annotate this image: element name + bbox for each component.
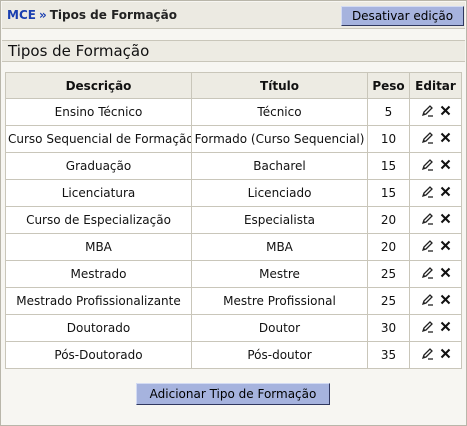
- cell-titulo: Doutor: [191, 314, 368, 342]
- cell-actions: [409, 98, 462, 126]
- page-heading-box: Tipos de Formação: [2, 40, 465, 62]
- cell-titulo: Bacharel: [191, 152, 368, 180]
- breadcrumb: MCE» Tipos de Formação: [7, 8, 177, 22]
- table-row: MBA MBA 20: [5, 233, 462, 261]
- cell-actions: [409, 233, 462, 261]
- edit-pencil-icon[interactable]: [421, 158, 434, 174]
- edit-pencil-icon[interactable]: [421, 131, 434, 147]
- cell-descricao: Mestrado Profissionalizante: [5, 287, 192, 315]
- cell-descricao: Graduação: [5, 152, 192, 180]
- edit-pencil-icon[interactable]: [421, 212, 434, 228]
- table-row: Pós-Doutorado Pós-doutor 35: [5, 341, 462, 369]
- cell-titulo: Mestre Profissional: [191, 287, 368, 315]
- cell-actions: [409, 206, 462, 234]
- cell-peso: 20: [367, 206, 410, 234]
- delete-x-icon[interactable]: [440, 321, 451, 335]
- breadcrumb-separator: »: [38, 8, 47, 22]
- column-header-editar: Editar: [409, 72, 462, 99]
- cell-peso: 25: [367, 287, 410, 315]
- page-title: Tipos de Formação: [8, 42, 150, 60]
- navigation-bar: MCE» Tipos de Formação Desativar edição: [2, 2, 465, 29]
- edit-pencil-icon[interactable]: [421, 239, 434, 255]
- add-formation-type-button[interactable]: Adicionar Tipo de Formação: [136, 383, 330, 405]
- cell-descricao: Doutorado: [5, 314, 192, 342]
- cell-descricao: MBA: [5, 233, 192, 261]
- page-frame: MCE» Tipos de Formação Desativar edição T…: [0, 0, 467, 426]
- cell-descricao: Pós-Doutorado: [5, 341, 192, 369]
- delete-x-icon[interactable]: [440, 294, 451, 308]
- edit-pencil-icon[interactable]: [421, 320, 434, 336]
- table-row: Mestrado Mestre 25: [5, 260, 462, 288]
- table-row: Curso de Especialização Especialista 20: [5, 206, 462, 234]
- cell-actions: [409, 179, 462, 207]
- delete-x-icon[interactable]: [440, 159, 451, 173]
- cell-descricao: Ensino Técnico: [5, 98, 192, 126]
- delete-x-icon[interactable]: [440, 132, 451, 146]
- delete-x-icon[interactable]: [440, 267, 451, 281]
- cell-titulo: Mestre: [191, 260, 368, 288]
- delete-x-icon[interactable]: [440, 186, 451, 200]
- edit-pencil-icon[interactable]: [421, 185, 434, 201]
- cell-actions: [409, 287, 462, 315]
- cell-actions: [409, 341, 462, 369]
- cell-titulo: MBA: [191, 233, 368, 261]
- column-header-descricao: Descrição: [5, 72, 192, 99]
- cell-titulo: Formado (Curso Sequencial): [191, 125, 368, 153]
- breadcrumb-current: Tipos de Formação: [49, 8, 178, 22]
- table-row: Doutorado Doutor 30: [5, 314, 462, 342]
- table-header-row: Descrição Título Peso Editar: [5, 72, 462, 99]
- edit-pencil-icon[interactable]: [421, 104, 434, 120]
- delete-x-icon[interactable]: [440, 213, 451, 227]
- cell-peso: 20: [367, 233, 410, 261]
- breadcrumb-root-link[interactable]: MCE: [7, 8, 36, 22]
- delete-x-icon[interactable]: [440, 348, 451, 362]
- column-header-peso: Peso: [367, 72, 410, 99]
- cell-peso: 35: [367, 341, 410, 369]
- table-row: Licenciatura Licenciado 15: [5, 179, 462, 207]
- table-row: Ensino Técnico Técnico 5: [5, 98, 462, 126]
- cell-actions: [409, 125, 462, 153]
- cell-peso: 5: [367, 98, 410, 126]
- cell-descricao: Curso Sequencial de Formação: [5, 125, 192, 153]
- cell-peso: 10: [367, 125, 410, 153]
- delete-x-icon[interactable]: [440, 105, 451, 119]
- edit-pencil-icon[interactable]: [421, 266, 434, 282]
- cell-actions: [409, 314, 462, 342]
- cell-actions: [409, 152, 462, 180]
- cell-descricao: Mestrado: [5, 260, 192, 288]
- cell-titulo: Licenciado: [191, 179, 368, 207]
- cell-titulo: Pós-doutor: [191, 341, 368, 369]
- table-row: Curso Sequencial de Formação Formado (Cur…: [5, 125, 462, 153]
- cell-descricao: Licenciatura: [5, 179, 192, 207]
- edit-pencil-icon[interactable]: [421, 347, 434, 363]
- add-button-container: Adicionar Tipo de Formação: [136, 383, 330, 405]
- cell-peso: 15: [367, 152, 410, 180]
- toggle-edit-mode-button[interactable]: Desativar edição: [341, 6, 464, 26]
- cell-peso: 25: [367, 260, 410, 288]
- edit-pencil-icon[interactable]: [421, 293, 434, 309]
- table-row: Graduação Bacharel 15: [5, 152, 462, 180]
- delete-x-icon[interactable]: [440, 240, 451, 254]
- cell-peso: 30: [367, 314, 410, 342]
- column-header-titulo: Título: [191, 72, 368, 99]
- formation-types-table: Descrição Título Peso Editar Ensino Técn…: [5, 72, 462, 369]
- cell-peso: 15: [367, 179, 410, 207]
- cell-titulo: Técnico: [191, 98, 368, 126]
- cell-actions: [409, 260, 462, 288]
- cell-titulo: Especialista: [191, 206, 368, 234]
- cell-descricao: Curso de Especialização: [5, 206, 192, 234]
- table-row: Mestrado Profissionalizante Mestre Profis…: [5, 287, 462, 315]
